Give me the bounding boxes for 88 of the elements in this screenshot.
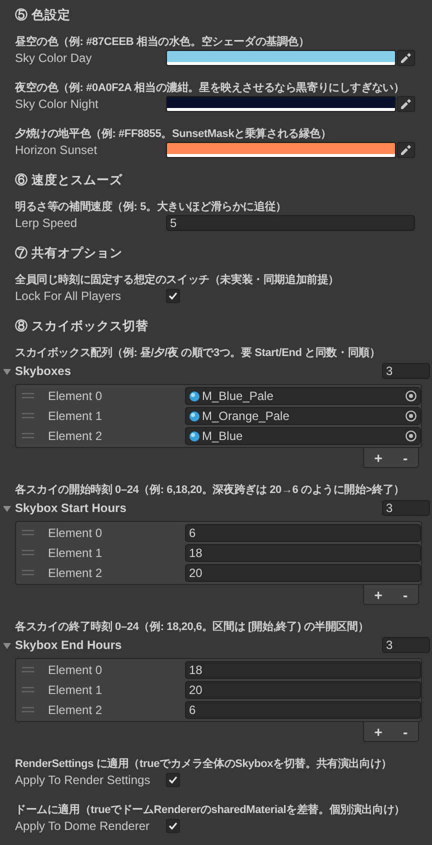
element-label: Element 2 xyxy=(48,565,104,581)
element-label: Element 1 xyxy=(48,682,104,698)
field-description: スカイボックス配列（例: 昼/夕/夜 の順で3つ。要 Start/End と同数・同順） xyxy=(15,346,380,361)
drag-handle-icon xyxy=(22,393,34,399)
color-field[interactable] xyxy=(166,142,396,158)
drag-handle-icon xyxy=(22,530,34,536)
object-name: M_Orange_Pale xyxy=(202,408,290,424)
number-field[interactable]: 20 xyxy=(185,564,421,582)
element-label: Element 0 xyxy=(48,662,104,678)
sphere-icon xyxy=(189,390,200,402)
section-title: ⑧ スカイボックス切替 xyxy=(15,318,150,335)
remove-button[interactable]: - xyxy=(399,586,412,602)
drag-handle-icon xyxy=(22,707,34,713)
drag-handle-icon xyxy=(22,570,34,576)
field-description: 各スカイの終了時刻 0–24（例: 18,20,6。区間は [開始,終了) の半開区間） xyxy=(15,620,369,635)
eyedropper-icon xyxy=(399,51,413,65)
field-description: 夕焼けの地平色（例: #FF8855。SunsetMaskと乗算される縁色） xyxy=(15,126,332,142)
field-label: Lerp Speed xyxy=(15,215,78,231)
list-title: Skybox End Hours xyxy=(15,637,123,653)
target-icon xyxy=(405,430,417,442)
field-description: ドームに適用（trueでドームRendererのsharedMaterialを差替。個別演出向け） xyxy=(15,802,405,818)
number-field[interactable]: 18 xyxy=(185,661,421,679)
object-field[interactable]: M_Blue_Pale xyxy=(185,387,421,405)
element-label: Element 1 xyxy=(48,408,104,424)
checkbox[interactable] xyxy=(166,819,180,833)
field-label: Apply To Render Settings xyxy=(15,772,150,788)
drag-handle-icon xyxy=(22,433,34,439)
drag-handle-icon xyxy=(22,687,34,693)
foldout-icon[interactable] xyxy=(3,504,11,512)
checkmark-icon xyxy=(167,820,179,832)
checkmark-icon xyxy=(167,774,179,786)
element-label: Element 0 xyxy=(48,388,104,404)
element-label: Element 0 xyxy=(48,525,104,541)
field-description: 夜空の色（例: #0A0F2A 相当の濃紺。星を映えさせるなら黒寄りにしすぎない） xyxy=(15,80,404,96)
size-field[interactable]: 3 xyxy=(382,500,430,516)
drag-handle-icon xyxy=(22,667,34,673)
object-name: M_Blue xyxy=(202,428,244,444)
list-title: Skyboxes xyxy=(15,363,72,379)
add-button[interactable]: + xyxy=(370,724,386,740)
sphere-icon xyxy=(189,430,200,442)
field-label: Horizon Sunset xyxy=(15,142,98,158)
number-field[interactable]: 5 xyxy=(166,215,415,231)
field-description: 全員同じ時刻に固定する想定のスイッチ（未実装・同期追加前提） xyxy=(15,272,340,288)
field-description: RenderSettings に適用（trueでカメラ全体のSkyboxを切替。共有演出向け） xyxy=(15,756,392,772)
eyedropper-button[interactable] xyxy=(397,142,415,158)
object-name: M_Blue_Pale xyxy=(202,388,274,404)
field-description: 各スカイの開始時刻 0–24（例: 6,18,20。深夜跨ぎは 20→6 のように開始>終了） xyxy=(15,482,404,498)
add-button[interactable]: + xyxy=(370,450,386,466)
number-field[interactable]: 6 xyxy=(185,701,421,719)
field-description: 明るさ等の補間速度（例: 5。大きいほど滑らかに追従） xyxy=(15,200,286,215)
foldout-icon[interactable] xyxy=(3,366,11,376)
element-label: Element 2 xyxy=(48,428,104,444)
field-label: Lock For All Players xyxy=(15,288,122,304)
object-field[interactable]: M_Blue xyxy=(185,427,421,445)
target-icon xyxy=(405,390,417,402)
color-field[interactable] xyxy=(166,96,396,112)
object-field[interactable]: M_Orange_Pale xyxy=(185,407,421,425)
number-field[interactable]: 20 xyxy=(185,681,421,699)
field-description: 昼空の色（例: #87CEEB 相当の水色。空シェーダの基調色） xyxy=(15,34,310,50)
add-button[interactable]: + xyxy=(370,586,386,602)
remove-button[interactable]: - xyxy=(399,450,412,466)
element-label: Element 2 xyxy=(48,702,104,718)
eyedropper-icon xyxy=(399,97,413,111)
drag-handle-icon xyxy=(22,413,34,419)
number-field[interactable]: 18 xyxy=(185,544,421,562)
section-title: ⑥ 速度とスムーズ xyxy=(15,172,124,189)
target-icon xyxy=(405,410,417,422)
eyedropper-button[interactable] xyxy=(397,50,415,66)
field-label: Sky Color Night xyxy=(15,96,98,112)
checkbox[interactable] xyxy=(166,773,180,787)
sphere-icon xyxy=(189,410,200,422)
eyedropper-icon xyxy=(399,143,413,157)
size-field[interactable]: 3 xyxy=(382,637,430,653)
list-title: Skybox Start Hours xyxy=(15,500,128,516)
field-label: Apply To Dome Renderer xyxy=(15,818,150,834)
element-label: Element 1 xyxy=(48,545,104,561)
foldout-icon[interactable] xyxy=(3,640,11,650)
checkmark-icon xyxy=(167,290,179,302)
number-field[interactable]: 6 xyxy=(185,524,421,542)
section-title: ⑦ 共有オプション xyxy=(15,245,124,262)
field-label: Sky Color Day xyxy=(15,50,92,66)
checkbox[interactable] xyxy=(166,289,180,303)
color-field[interactable] xyxy=(166,50,396,66)
drag-handle-icon xyxy=(22,550,34,556)
size-field[interactable]: 3 xyxy=(382,363,430,379)
remove-button[interactable]: - xyxy=(399,724,412,740)
section-title: ⑤ 色設定 xyxy=(15,7,72,24)
eyedropper-button[interactable] xyxy=(397,96,415,112)
